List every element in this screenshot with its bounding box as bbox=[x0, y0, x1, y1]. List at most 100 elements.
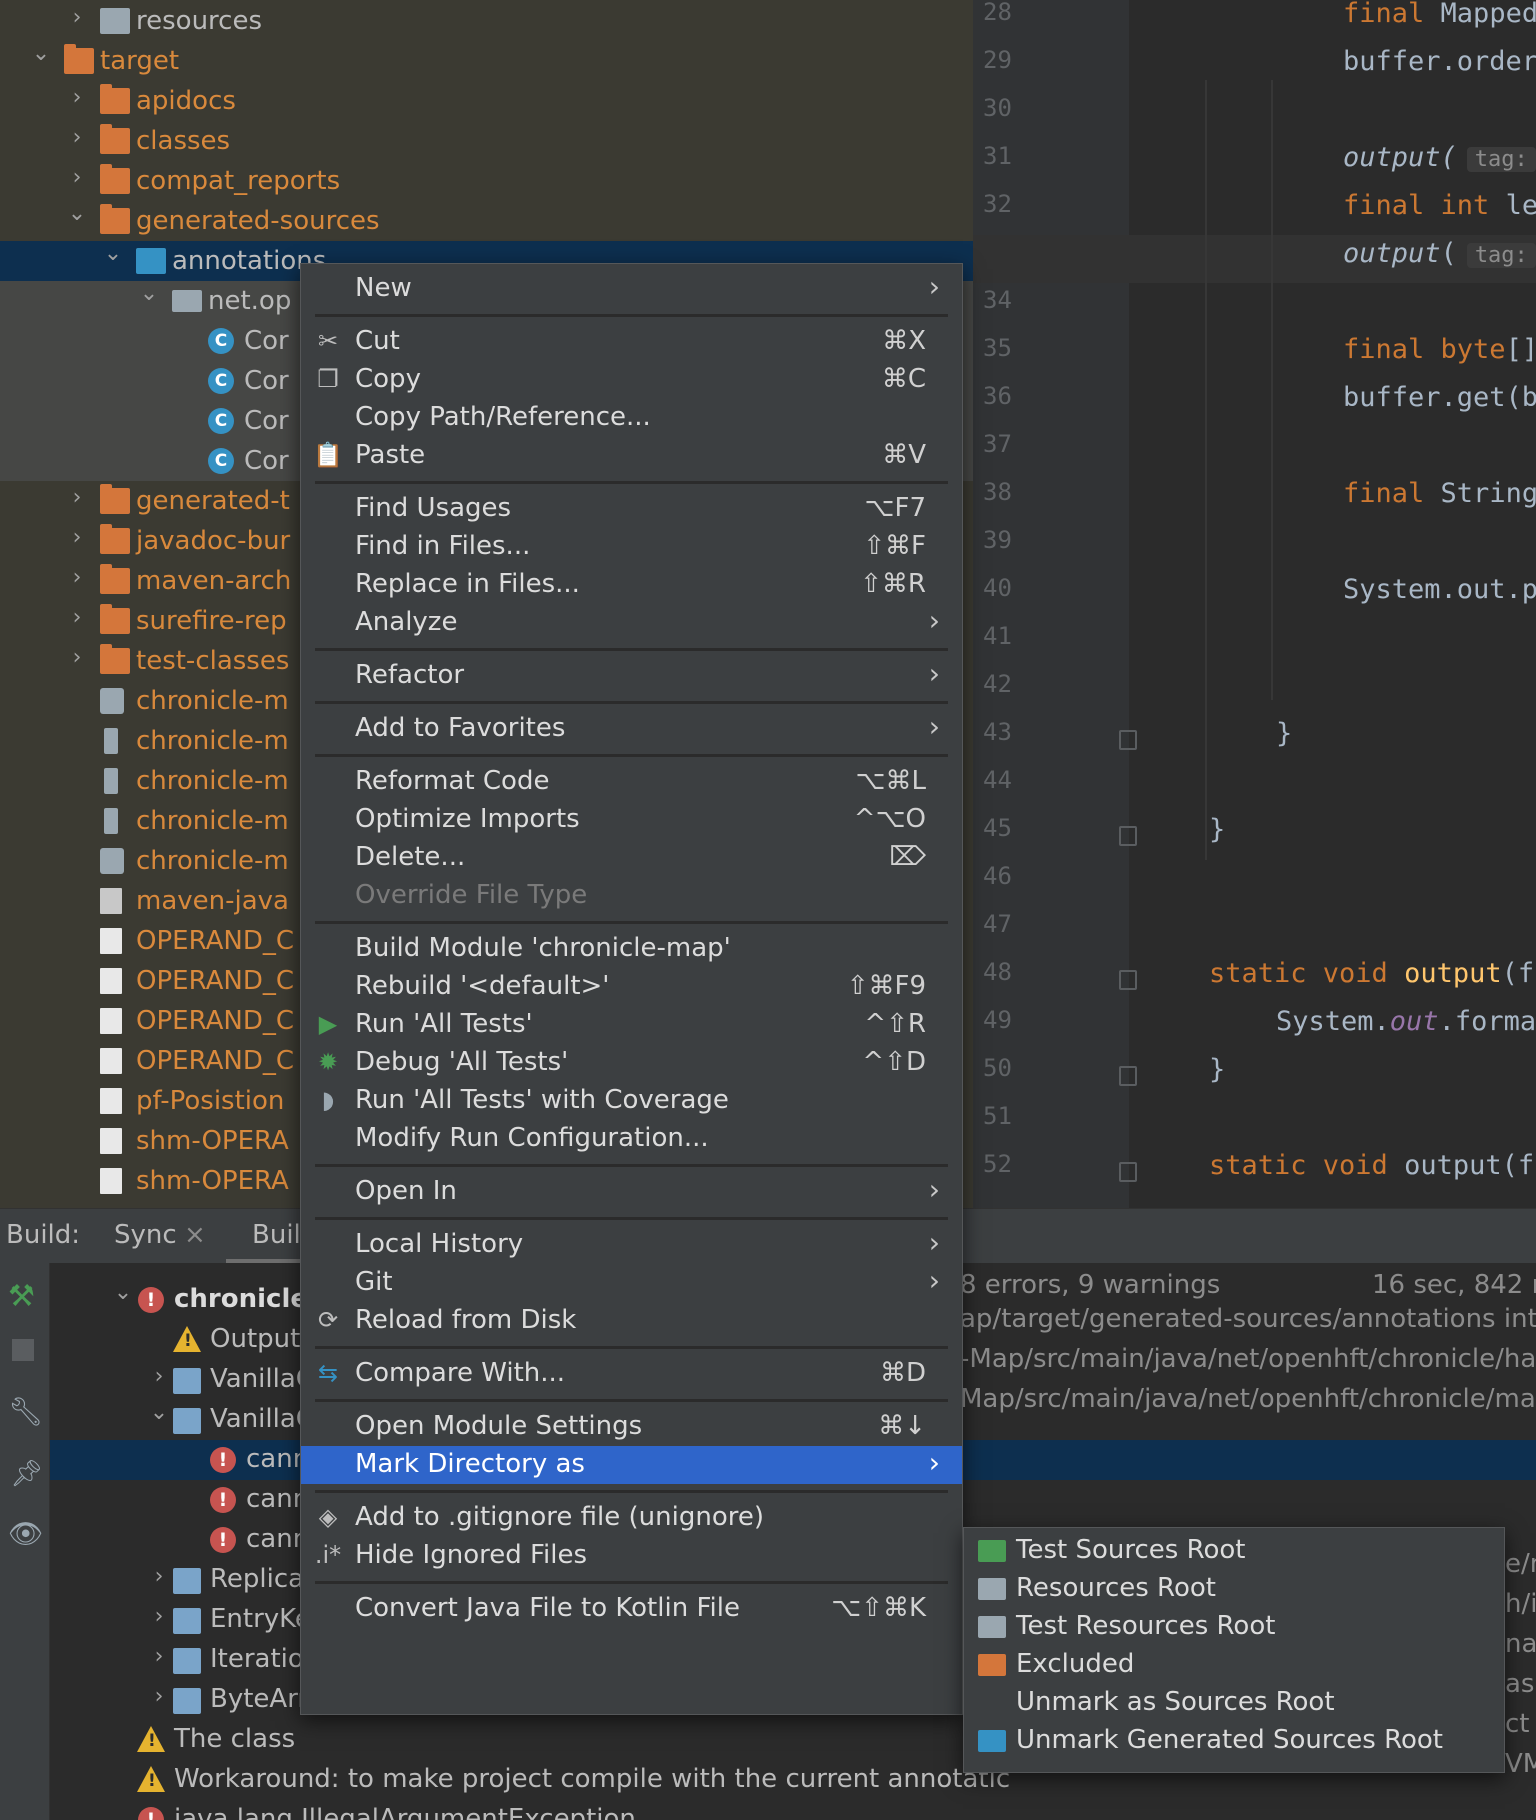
chevron-icon[interactable]: › bbox=[62, 5, 92, 30]
code-line[interactable]: output(tag: bbox=[1343, 142, 1536, 173]
menu-item-add-to-gitignore-file-unignore[interactable]: ◈ Add to .gitignore file (unignore) bbox=[301, 1499, 962, 1537]
menu-item-open-in[interactable]: Open In › bbox=[301, 1173, 962, 1211]
code-line[interactable]: final int le bbox=[1343, 190, 1536, 221]
tab-build[interactable]: Buil bbox=[252, 1220, 301, 1250]
hammer-icon[interactable]: ⚒ bbox=[8, 1279, 35, 1314]
pin-icon[interactable]: 📌︎ bbox=[10, 1459, 43, 1489]
chevron-icon[interactable]: › bbox=[62, 485, 92, 510]
menu-item-find-in-files[interactable]: Find in Files... ⇧⌘F bbox=[301, 528, 962, 566]
chevron-icon[interactable]: ⌄ bbox=[108, 1280, 138, 1305]
code-line[interactable]: output(tag: bbox=[1343, 238, 1536, 269]
eye-icon[interactable]: 👁︎ bbox=[8, 1517, 44, 1550]
tree-node-label: resources bbox=[136, 6, 263, 36]
menu-item-debug-all-tests[interactable]: ✹ Debug 'All Tests' ^⇧D bbox=[301, 1044, 962, 1082]
chevron-icon[interactable]: › bbox=[144, 1364, 174, 1389]
menu-item-analyze[interactable]: Analyze › bbox=[301, 604, 962, 642]
menu-item-optimize-imports[interactable]: Optimize Imports ^⌥O bbox=[301, 801, 962, 839]
chevron-icon[interactable]: › bbox=[144, 1684, 174, 1709]
code-line[interactable]: buffer.order bbox=[1343, 46, 1536, 77]
menu-item-copy[interactable]: ❐ Copy ⌘C bbox=[301, 361, 962, 399]
submenu-item-unmark-as-sources-root[interactable]: Unmark as Sources Root bbox=[964, 1684, 1504, 1722]
code-editor[interactable]: 2829303132333435363738394041424344454647… bbox=[973, 0, 1536, 1208]
file-icon bbox=[100, 1088, 122, 1114]
menu-shortcut: ⌘X bbox=[882, 326, 926, 356]
chevron-icon[interactable]: › bbox=[144, 1604, 174, 1629]
submenu-item-resources-root[interactable]: Resources Root bbox=[964, 1570, 1504, 1608]
chevron-icon[interactable]: › bbox=[62, 85, 92, 110]
fold-marker-icon[interactable] bbox=[1119, 826, 1137, 846]
menu-shortcut: ⇧⌘F9 bbox=[846, 971, 926, 1001]
code-line[interactable]: final byte[] bbox=[1343, 334, 1536, 365]
submenu-item-test-resources-root[interactable]: Test Resources Root bbox=[964, 1608, 1504, 1646]
menu-item-rebuild-default[interactable]: Rebuild '<default>' ⇧⌘F9 bbox=[301, 968, 962, 1006]
wrench-icon[interactable]: 🔧︎ bbox=[8, 1395, 44, 1428]
menu-item-run-all-tests-with-coverage[interactable]: ◗ Run 'All Tests' with Coverage bbox=[301, 1082, 962, 1120]
menu-item-copy-path-reference[interactable]: Copy Path/Reference... bbox=[301, 399, 962, 437]
fold-marker-icon[interactable] bbox=[1119, 1162, 1137, 1182]
fold-marker-icon[interactable] bbox=[1119, 970, 1137, 990]
code-line[interactable]: static void output(f bbox=[1209, 958, 1534, 989]
chevron-icon[interactable]: › bbox=[144, 1564, 174, 1589]
fold-marker-icon[interactable] bbox=[1119, 1066, 1137, 1086]
tree-node[interactable]: › classes bbox=[0, 121, 973, 161]
submenu-item-excluded[interactable]: Excluded bbox=[964, 1646, 1504, 1684]
menu-item-find-usages[interactable]: Find Usages ⌥F7 bbox=[301, 490, 962, 528]
menu-item-build-module-chronicle-map[interactable]: Build Module 'chronicle-map' bbox=[301, 930, 962, 968]
close-icon[interactable]: × bbox=[184, 1220, 206, 1250]
code-line[interactable]: } bbox=[1209, 1054, 1225, 1085]
tree-node-label: test-classes bbox=[136, 646, 290, 676]
menu-item-git[interactable]: Git › bbox=[301, 1264, 962, 1302]
menu-item-refactor[interactable]: Refactor › bbox=[301, 657, 962, 695]
menu-item-modify-run-configuration[interactable]: Modify Run Configuration... bbox=[301, 1120, 962, 1158]
menu-item-mark-directory-as[interactable]: Mark Directory as › bbox=[301, 1446, 962, 1484]
chevron-icon[interactable]: › bbox=[62, 125, 92, 150]
tree-node[interactable]: › apidocs bbox=[0, 81, 973, 121]
tree-node[interactable]: › resources bbox=[0, 1, 973, 41]
menu-item-local-history[interactable]: Local History › bbox=[301, 1226, 962, 1264]
menu-item-paste[interactable]: 📋 Paste ⌘V bbox=[301, 437, 962, 475]
code-line[interactable]: final Mapped bbox=[1343, 0, 1536, 29]
code-line[interactable]: System.out.forma bbox=[1276, 1006, 1536, 1037]
code-text: Mapped bbox=[1440, 0, 1536, 29]
menu-item-reload-from-disk[interactable]: ⟳ Reload from Disk bbox=[301, 1302, 962, 1340]
submenu-item-unmark-generated-sources-root[interactable]: Unmark Generated Sources Root bbox=[964, 1722, 1504, 1760]
fold-marker-icon[interactable] bbox=[1119, 730, 1137, 750]
menu-item-hide-ignored-files[interactable]: .i* Hide Ignored Files bbox=[301, 1537, 962, 1575]
menu-item-convert-java-file-to-kotlin-file[interactable]: Convert Java File to Kotlin File ⌥⇧⌘K bbox=[301, 1590, 962, 1628]
build-tree-row[interactable]: ! java.lang.IllegalArgumentException bbox=[50, 1800, 1536, 1820]
code-line[interactable]: System.out.p bbox=[1343, 574, 1536, 605]
stop-icon[interactable] bbox=[12, 1339, 34, 1361]
code-line[interactable]: final String bbox=[1343, 478, 1536, 509]
tab-sync[interactable]: Sync bbox=[114, 1220, 177, 1250]
code-line[interactable]: } bbox=[1209, 814, 1225, 845]
chevron-icon[interactable]: › bbox=[62, 565, 92, 590]
menu-item-run-all-tests[interactable]: ▶ Run 'All Tests' ^⇧R bbox=[301, 1006, 962, 1044]
submenu-item-test-sources-root[interactable]: Test Sources Root bbox=[964, 1532, 1504, 1570]
code-line[interactable]: } bbox=[1276, 718, 1292, 749]
menu-item-replace-in-files[interactable]: Replace in Files... ⇧⌘R bbox=[301, 566, 962, 604]
chevron-icon[interactable]: › bbox=[144, 1644, 174, 1669]
menu-item-reformat-code[interactable]: Reformat Code ⌥⌘L bbox=[301, 763, 962, 801]
chevron-icon[interactable]: ⌄ bbox=[26, 41, 56, 66]
code-line[interactable]: buffer.get(b bbox=[1343, 382, 1536, 413]
tree-node[interactable]: ⌄ generated-sources bbox=[0, 201, 973, 241]
menu-item-cut[interactable]: ✂ Cut ⌘X bbox=[301, 323, 962, 361]
chevron-icon[interactable]: ⌄ bbox=[98, 241, 128, 266]
code-line[interactable]: static void output(f bbox=[1209, 1150, 1534, 1181]
chevron-icon[interactable]: › bbox=[62, 645, 92, 670]
menu-item-delete[interactable]: Delete... ⌦ bbox=[301, 839, 962, 877]
tree-node[interactable]: ⌄ target bbox=[0, 41, 973, 81]
chevron-icon[interactable]: ⌄ bbox=[134, 281, 164, 306]
tree-node[interactable]: › compat_reports bbox=[0, 161, 973, 201]
menu-item-open-module-settings[interactable]: Open Module Settings ⌘↓ bbox=[301, 1408, 962, 1446]
menu-item-new[interactable]: New › bbox=[301, 270, 962, 308]
chevron-icon[interactable]: › bbox=[62, 165, 92, 190]
chevron-icon[interactable]: ⌄ bbox=[144, 1400, 174, 1425]
build-message: Workaround: to make project compile with… bbox=[174, 1764, 1011, 1794]
chevron-icon[interactable]: ⌄ bbox=[62, 201, 92, 226]
chevron-icon[interactable]: › bbox=[62, 525, 92, 550]
chevron-icon[interactable]: › bbox=[62, 605, 92, 630]
menu-item-compare-with[interactable]: ⇆ Compare With... ⌘D bbox=[301, 1355, 962, 1393]
folder-icon bbox=[100, 124, 130, 154]
menu-item-add-to-favorites[interactable]: Add to Favorites › bbox=[301, 710, 962, 748]
